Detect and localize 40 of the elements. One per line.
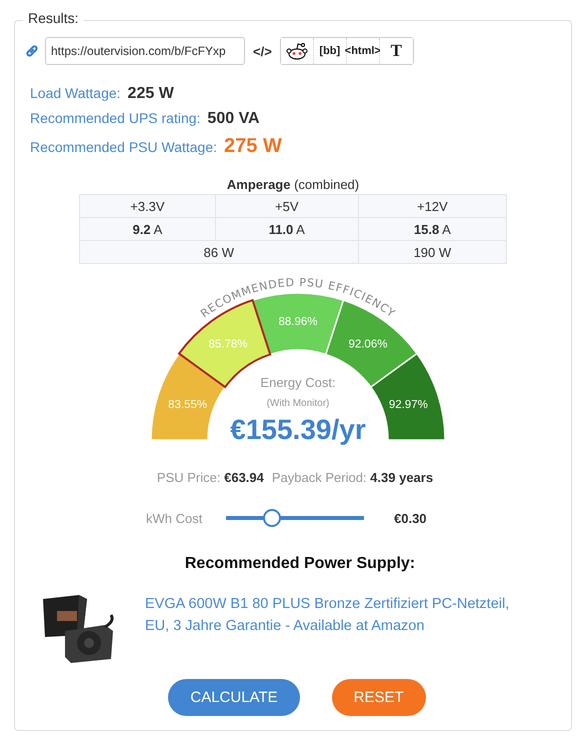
result-value: 500 VA (207, 110, 260, 128)
efficiency-label: 92.97% (388, 399, 428, 412)
efficiency-label: 83.55% (168, 399, 208, 412)
payback-label: Payback Period: (272, 470, 367, 485)
kwh-cost-value: €0.30 (394, 510, 427, 526)
result-value: 275 W (224, 135, 282, 158)
table-cell: 86 W (80, 240, 358, 264)
code-format-button[interactable]: <html> (346, 38, 380, 64)
results-legend: Results: (23, 10, 84, 26)
embed-code-icon[interactable]: </> (253, 44, 272, 58)
payback-value: 4.39 years (370, 470, 434, 485)
table-cell: +3.3V (80, 194, 216, 218)
kwh-cost-label: kWh Cost (146, 510, 204, 526)
product-link[interactable]: EVGA 600W B1 80 PLUS Bronze Zertifiziert PC-Netzteil, EU, 3 Jahre Garantie - Available at Amazon (145, 593, 537, 637)
table-cell: 11.0 A (215, 218, 358, 240)
calculate-button[interactable]: CALCULATE (168, 679, 300, 716)
efficiency-label: 85.78% (208, 338, 248, 351)
energy-cost-value: €155.39/yr (230, 414, 366, 445)
table-cell: 9.2 A (80, 218, 216, 240)
share-url-field[interactable]: https://outervision.com/b/FcFYxp (45, 37, 245, 65)
slider-thumb[interactable] (262, 509, 281, 527)
efficiency-label: 92.06% (348, 338, 388, 351)
table-cell: +12V (358, 194, 506, 218)
payback-label: PSU Price: (156, 470, 220, 485)
text-format-button[interactable]: T (380, 38, 413, 64)
reddit-button[interactable] (280, 38, 314, 64)
result-label: Load Wattage: (30, 85, 121, 101)
payback-value: €63.94 (224, 470, 264, 485)
result-value: 225 W (128, 85, 174, 103)
link-icon (25, 44, 39, 58)
table-cell: 190 W (358, 240, 506, 264)
result-label: Recommended PSU Wattage: (30, 139, 218, 155)
table-cell: +5V (215, 194, 358, 218)
amperage-title: Amperage (combined) (226, 177, 360, 192)
energy-cost-label: Energy Cost: (260, 375, 336, 390)
result-label: Recommended UPS rating: (30, 110, 200, 126)
energy-cost-note: (With Monitor) (266, 398, 330, 409)
table-cell: 15.8 A (358, 218, 506, 240)
section-heading: Recommended Power Supply: (184, 555, 416, 573)
alien-head-icon (286, 42, 308, 60)
